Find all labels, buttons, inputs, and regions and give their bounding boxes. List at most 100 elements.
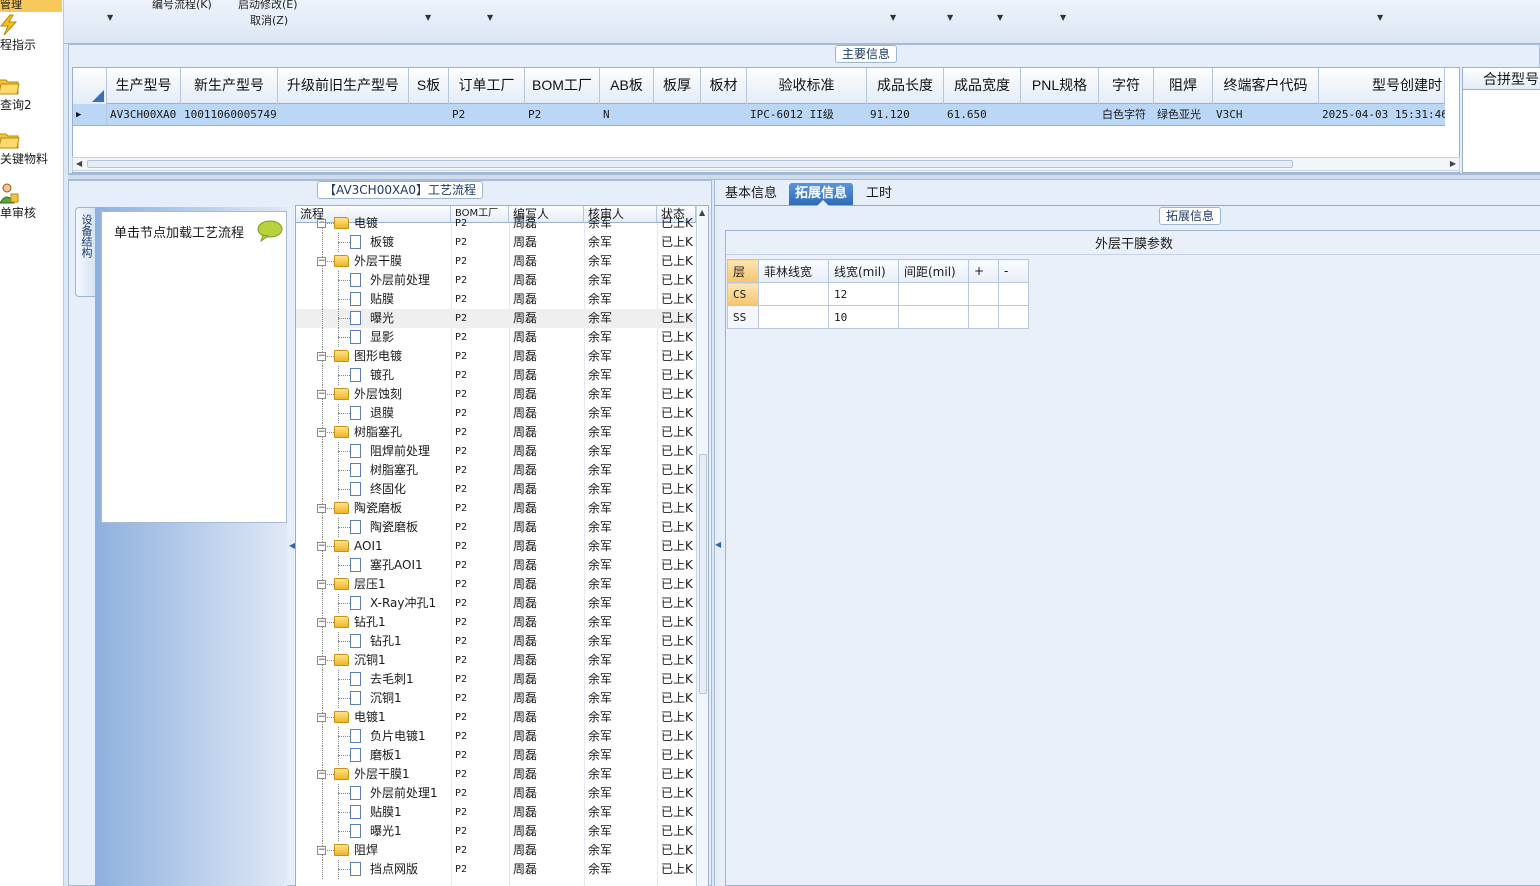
- tab-extended-info[interactable]: 拓展信息: [789, 183, 854, 206]
- cell[interactable]: 周磊: [509, 575, 584, 594]
- tree-node[interactable]: − 图形电镀: [296, 347, 451, 366]
- nav-item-review[interactable]: 单审核: [0, 182, 63, 221]
- tree-row[interactable]: 外层前处理 P2 周磊 余军 已上K: [296, 271, 696, 290]
- cell[interactable]: P2: [451, 784, 509, 803]
- cell[interactable]: 已上K: [657, 594, 696, 613]
- cell[interactable]: 余军: [584, 518, 657, 537]
- cell[interactable]: 周磊: [509, 651, 584, 670]
- scroll-up-icon[interactable]: ▲: [699, 208, 705, 217]
- cell[interactable]: [278, 104, 409, 126]
- collapse-toggle-icon[interactable]: −: [317, 390, 326, 399]
- cell[interactable]: 余军: [584, 613, 657, 632]
- cell[interactable]: P2: [451, 670, 509, 689]
- cell[interactable]: [654, 104, 701, 126]
- cell[interactable]: 周磊: [509, 632, 584, 651]
- cell[interactable]: 已上K: [657, 442, 696, 461]
- cell[interactable]: 周磊: [509, 594, 584, 613]
- cell[interactable]: 绿色亚光: [1154, 104, 1213, 126]
- col-header[interactable]: 阻焊: [1154, 68, 1213, 104]
- collapse-toggle-icon[interactable]: −: [317, 542, 326, 551]
- tree-row[interactable]: 负片电镀1 P2 周磊 余军 已上K: [296, 727, 696, 746]
- cell[interactable]: 余军: [584, 841, 657, 860]
- tree-node[interactable]: 镀孔: [296, 366, 451, 385]
- cell[interactable]: [898, 282, 969, 306]
- cell[interactable]: 周磊: [509, 860, 584, 879]
- tree-node[interactable]: − 陶瓷磨板: [296, 499, 451, 518]
- tree-row[interactable]: 钻孔1 P2 周磊 余军 已上K: [296, 632, 696, 651]
- col-header[interactable]: +: [968, 259, 999, 283]
- tree-row[interactable]: − 沉铜1 P2 周磊 余军 已上K: [296, 651, 696, 670]
- tree-node[interactable]: 塞孔AOI1: [296, 556, 451, 575]
- cell[interactable]: 已上K: [657, 575, 696, 594]
- cell[interactable]: P2: [451, 575, 509, 594]
- vertical-scrollbar[interactable]: ▲: [696, 206, 708, 886]
- tree-row[interactable]: 镀孔 P2 周磊 余军 已上K: [296, 366, 696, 385]
- cell[interactable]: 已上K: [657, 670, 696, 689]
- cell[interactable]: 余军: [584, 499, 657, 518]
- tree-node[interactable]: 贴膜1: [296, 803, 451, 822]
- cell[interactable]: P2: [451, 347, 509, 366]
- cell[interactable]: 周磊: [509, 252, 584, 271]
- cell[interactable]: P2: [451, 214, 509, 233]
- cell[interactable]: 已上K: [657, 461, 696, 480]
- tree-node[interactable]: 磨板1: [296, 746, 451, 765]
- tree-node[interactable]: 显影: [296, 328, 451, 347]
- tree-node[interactable]: − 外层蚀刻: [296, 385, 451, 404]
- cell[interactable]: 已上K: [657, 214, 696, 233]
- tree-row[interactable]: 终固化 P2 周磊 余军 已上K: [296, 480, 696, 499]
- cell[interactable]: 周磊: [509, 499, 584, 518]
- col-header[interactable]: 订单工厂: [449, 68, 525, 104]
- cell[interactable]: 周磊: [509, 689, 584, 708]
- col-header[interactable]: 升级前旧生产型号: [278, 68, 409, 104]
- tree-row[interactable]: − 电镀1 P2 周磊 余军 已上K: [296, 708, 696, 727]
- cell[interactable]: 余军: [584, 252, 657, 271]
- node-load-tip[interactable]: 单击节点加载工艺流程: [114, 222, 244, 241]
- tree-node[interactable]: 去毛刺1: [296, 670, 451, 689]
- cell[interactable]: 余军: [584, 860, 657, 879]
- cell[interactable]: 12: [828, 282, 899, 306]
- cell[interactable]: P2: [451, 233, 509, 252]
- col-header[interactable]: 线宽(mil): [828, 259, 899, 283]
- cell[interactable]: P2: [451, 271, 509, 290]
- collapse-arrow-icon[interactable]: ◀: [715, 540, 721, 549]
- dropdown-arrow-icon[interactable]: ▼: [997, 13, 1003, 22]
- cell[interactable]: P2: [451, 860, 509, 879]
- tree-row[interactable]: 沉铜1 P2 周磊 余军 已上K: [296, 689, 696, 708]
- cell[interactable]: P2: [451, 290, 509, 309]
- cell[interactable]: 周磊: [509, 214, 584, 233]
- dropdown-arrow-icon[interactable]: ▼: [890, 13, 896, 22]
- cell[interactable]: P2: [451, 366, 509, 385]
- cell[interactable]: 余军: [584, 746, 657, 765]
- tab-equipment-structure[interactable]: 设备结构: [75, 207, 95, 297]
- tree-row[interactable]: − 陶瓷磨板 P2 周磊 余军 已上K: [296, 499, 696, 518]
- tree-row[interactable]: 贴膜 P2 周磊 余军 已上K: [296, 290, 696, 309]
- tree-node[interactable]: − 电镀: [296, 214, 451, 233]
- collapse-toggle-icon[interactable]: −: [317, 713, 326, 722]
- cell[interactable]: P2: [451, 404, 509, 423]
- cell[interactable]: P2: [451, 822, 509, 841]
- cell[interactable]: 周磊: [509, 803, 584, 822]
- tree-node[interactable]: − 层压1: [296, 575, 451, 594]
- tab-basic-info[interactable]: 基本信息: [719, 183, 783, 205]
- cell[interactable]: 已上K: [657, 803, 696, 822]
- cell[interactable]: 周磊: [509, 746, 584, 765]
- tree-node[interactable]: 阻焊前处理: [296, 442, 451, 461]
- collapse-toggle-icon[interactable]: −: [317, 257, 326, 266]
- cell[interactable]: 已上K: [657, 480, 696, 499]
- cell[interactable]: 已上K: [657, 499, 696, 518]
- cell[interactable]: 余军: [584, 442, 657, 461]
- cell[interactable]: P2: [451, 632, 509, 651]
- cell[interactable]: AV3CH00XA0: [107, 104, 181, 126]
- scrollbar-thumb[interactable]: [699, 454, 707, 694]
- cell[interactable]: P2: [451, 442, 509, 461]
- dropdown-arrow-icon[interactable]: ▼: [947, 13, 953, 22]
- tree-row[interactable]: 外层前处理1 P2 周磊 余军 已上K: [296, 784, 696, 803]
- cell[interactable]: 余军: [584, 822, 657, 841]
- col-header[interactable]: 层: [727, 259, 759, 283]
- cell[interactable]: 61.650: [944, 104, 1021, 126]
- cell[interactable]: P2: [451, 708, 509, 727]
- cell[interactable]: 余军: [584, 423, 657, 442]
- col-header[interactable]: BOM工厂: [525, 68, 600, 104]
- cell[interactable]: 周磊: [509, 518, 584, 537]
- cell[interactable]: 余军: [584, 328, 657, 347]
